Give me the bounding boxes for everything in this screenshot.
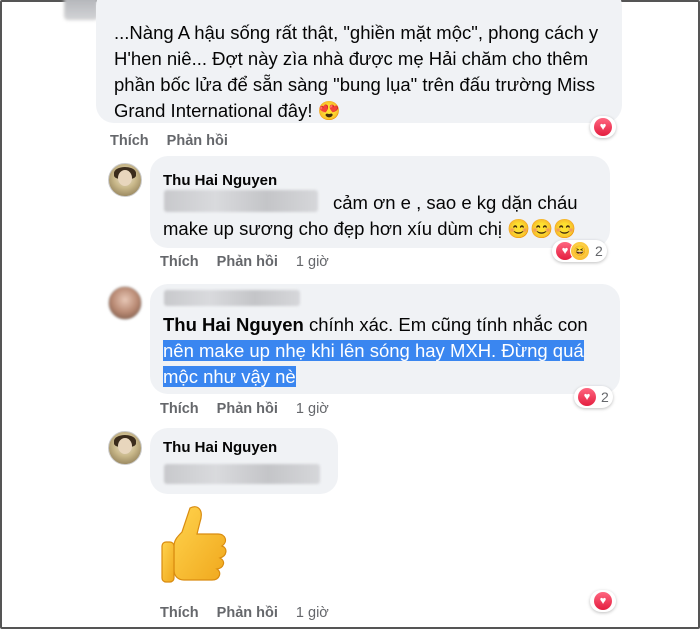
heart-icon: ♥ — [594, 592, 612, 610]
comment-actions: Thích Phản hồi 1 giờ — [160, 401, 347, 417]
reply-button[interactable]: Phản hồi — [167, 133, 228, 149]
thumbs-up-sticker — [161, 506, 227, 583]
heart-icon: ♥ — [578, 388, 596, 406]
reaction-summary[interactable]: ♥ 2 — [574, 386, 613, 408]
reaction-count: 2 — [595, 243, 603, 259]
comment-text: Thu Hai Nguyen chính xác. Em cũng tính n… — [163, 314, 588, 387]
comment-time[interactable]: 1 giờ — [296, 254, 329, 270]
reaction-summary[interactable]: ♥ 😆 2 — [552, 240, 607, 262]
like-button[interactable]: Thích — [160, 401, 199, 417]
selected-text: mộc như vậy nè — [163, 366, 296, 387]
like-button[interactable]: Thích — [160, 605, 199, 621]
comment-text: ...Nàng A hậu sống rất thật, "ghiền mặt … — [114, 22, 599, 121]
comment-actions: Thích Phản hồi — [110, 133, 246, 149]
like-button[interactable]: Thích — [110, 133, 149, 149]
reaction-summary[interactable]: ♥ — [590, 116, 616, 138]
redacted-name — [164, 290, 300, 306]
reply-button[interactable]: Phản hồi — [217, 401, 278, 417]
like-button[interactable]: Thích — [160, 254, 199, 270]
reaction-summary[interactable]: ♥ — [590, 590, 616, 612]
comment-author[interactable]: Thu Hai Nguyen — [163, 172, 277, 189]
avatar-blurred[interactable] — [108, 286, 142, 320]
heart-icon: ♥ — [594, 118, 612, 136]
comment-bubble — [150, 428, 338, 494]
avatar[interactable] — [108, 163, 142, 197]
avatar-blurred[interactable] — [64, 0, 98, 20]
avatar[interactable] — [108, 431, 142, 465]
reply-button[interactable]: Phản hồi — [217, 254, 278, 270]
comment-time[interactable]: 1 giờ — [296, 605, 329, 621]
haha-icon: 😆 — [570, 241, 590, 261]
comment-time[interactable]: 1 giờ — [296, 401, 329, 417]
selected-text: nên make up nhẹ khi lên sóng hay MXH. Đừ… — [163, 340, 584, 361]
reaction-count: 2 — [601, 389, 609, 405]
redacted-text — [164, 464, 320, 484]
comment-actions: Thích Phản hồi 1 giờ — [160, 605, 347, 621]
comment-actions: Thích Phản hồi 1 giờ — [160, 254, 347, 270]
comment-author[interactable]: Thu Hai Nguyen — [163, 439, 277, 456]
comment-text: cảm ơn e , sao e kg dặn cháu make up sươ… — [163, 192, 578, 239]
mention-tag[interactable]: Thu Hai Nguyen — [163, 314, 304, 335]
reply-button[interactable]: Phản hồi — [217, 605, 278, 621]
